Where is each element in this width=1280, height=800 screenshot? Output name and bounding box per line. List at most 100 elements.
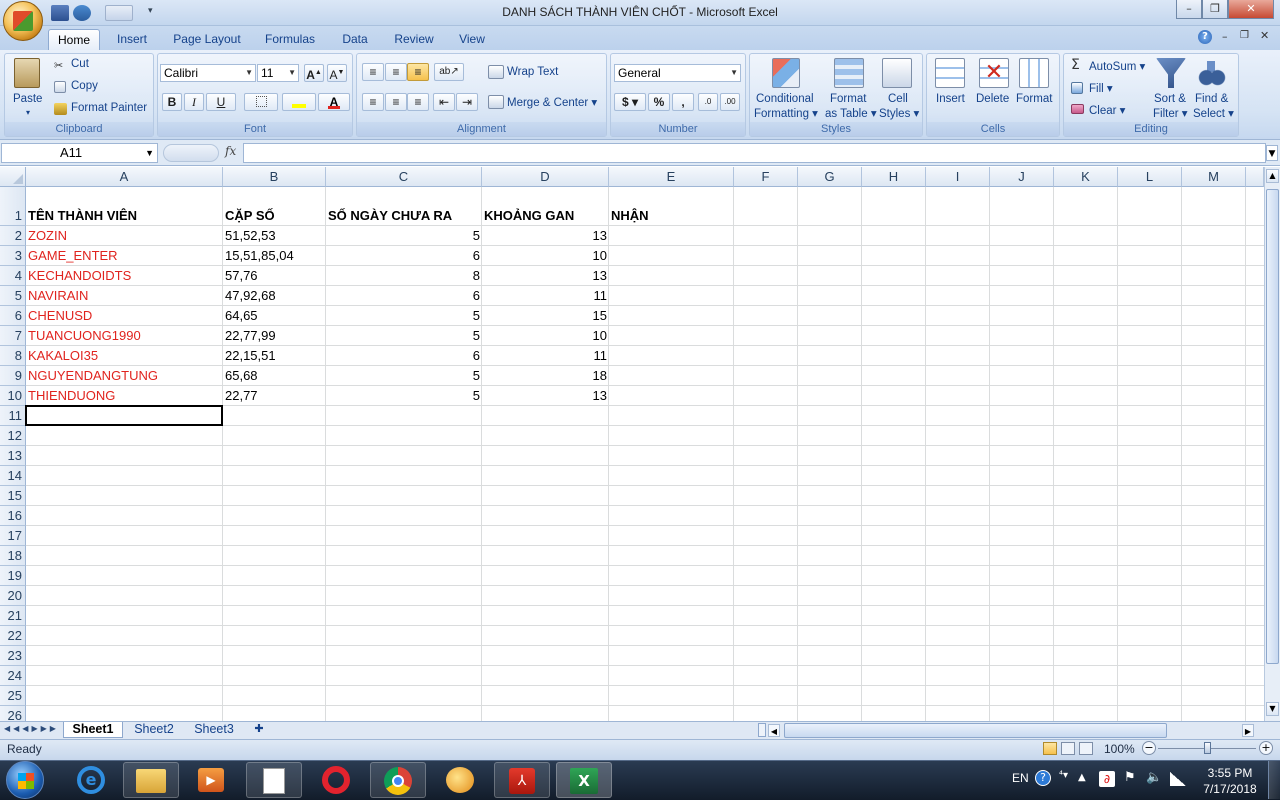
col-header-c[interactable]: C bbox=[326, 167, 482, 187]
active-cell-a11[interactable] bbox=[25, 405, 223, 426]
font-size-combo[interactable]: 11 ▼ bbox=[257, 64, 299, 82]
redo-icon[interactable] bbox=[105, 5, 133, 21]
office-button[interactable] bbox=[3, 1, 43, 41]
autosum-button[interactable]: AutoSum ▾ bbox=[1089, 59, 1145, 73]
row-header-5[interactable]: 5 bbox=[0, 286, 26, 306]
cell-days[interactable]: 5 bbox=[326, 306, 482, 325]
fill-button[interactable]: Fill ▾ bbox=[1089, 81, 1113, 95]
table-row[interactable] bbox=[26, 706, 1264, 721]
row-header-23[interactable]: 23 bbox=[0, 646, 26, 666]
save-icon[interactable] bbox=[51, 5, 69, 21]
start-button[interactable] bbox=[6, 761, 44, 799]
close-button[interactable]: ✕ bbox=[1228, 0, 1274, 19]
chrome-taskbar-icon[interactable] bbox=[370, 762, 426, 798]
align-left-button[interactable]: ≡ bbox=[362, 93, 384, 111]
header-khoang-gan[interactable]: KHOẢNG GAN bbox=[482, 206, 576, 225]
percent-button[interactable]: % bbox=[648, 93, 670, 111]
show-desktop-button[interactable] bbox=[1268, 761, 1280, 799]
cell-pair[interactable]: 22,15,51 bbox=[223, 346, 278, 365]
sheet-tab-sheet3[interactable]: Sheet3 bbox=[185, 722, 243, 738]
cell-days[interactable]: 5 bbox=[326, 326, 482, 345]
paste-icon[interactable] bbox=[14, 58, 40, 88]
col-header-h[interactable]: H bbox=[862, 167, 926, 187]
scroll-right-icon[interactable]: ▶ bbox=[1242, 724, 1254, 737]
table-row[interactable]: ZOZIN 51,52,53 5 13 bbox=[26, 226, 1264, 246]
format-as-table-button[interactable]: Format bbox=[830, 93, 866, 105]
table-row[interactable] bbox=[26, 486, 1264, 506]
row-header-16[interactable]: 16 bbox=[0, 506, 26, 526]
col-header-i[interactable]: I bbox=[926, 167, 990, 187]
col-header-k[interactable]: K bbox=[1054, 167, 1118, 187]
grow-font-button[interactable]: A▲ bbox=[304, 64, 324, 82]
sort-filter-button[interactable]: Sort & bbox=[1154, 93, 1186, 105]
format-painter-button[interactable]: Format Painter bbox=[71, 102, 147, 114]
table-row[interactable] bbox=[26, 626, 1264, 646]
cell-pair[interactable]: 65,68 bbox=[223, 366, 260, 385]
cell-pair[interactable]: 22,77 bbox=[223, 386, 260, 405]
cell-gap[interactable]: 13 bbox=[482, 266, 609, 285]
row-header-17[interactable]: 17 bbox=[0, 526, 26, 546]
row-header-6[interactable]: 6 bbox=[0, 306, 26, 326]
tab-home[interactable]: Home bbox=[48, 29, 100, 50]
clock[interactable]: 3:55 PM 7/17/2018 bbox=[1195, 765, 1265, 797]
borders-button[interactable] bbox=[244, 93, 278, 111]
vertical-scrollbar[interactable]: ▲ ▼ bbox=[1264, 167, 1280, 721]
cell-name[interactable]: ZOZIN bbox=[26, 226, 69, 245]
zoom-out-icon[interactable]: − bbox=[1142, 741, 1156, 755]
cut-button[interactable]: Cut bbox=[71, 58, 89, 70]
cell-days[interactable]: 5 bbox=[326, 386, 482, 405]
header-ten-thanh-vien[interactable]: TÊN THÀNH VIÊN bbox=[26, 206, 139, 225]
ribbon-close-icon[interactable]: ✕ bbox=[1260, 29, 1269, 42]
row-header-18[interactable]: 18 bbox=[0, 546, 26, 566]
ribbon-minimize-icon[interactable]: – bbox=[1222, 30, 1228, 43]
orientation-button[interactable]: ab↗ bbox=[434, 63, 464, 81]
table-row[interactable]: CHENUSD 64,65 5 15 bbox=[26, 306, 1264, 326]
tab-insert[interactable]: Insert bbox=[110, 29, 154, 50]
increase-indent-button[interactable]: ⇥ bbox=[456, 93, 478, 111]
sheet-tab-sheet2[interactable]: Sheet2 bbox=[124, 722, 184, 738]
header-so-ngay-chua-ra[interactable]: SỐ NGÀY CHƯA RA bbox=[326, 206, 454, 225]
language-indicator[interactable]: EN bbox=[1012, 771, 1029, 785]
table-row[interactable]: TUANCUONG1990 22,77,99 5 10 bbox=[26, 326, 1264, 346]
comma-button[interactable]: , bbox=[672, 93, 694, 111]
bottom-align-button[interactable]: ≡ bbox=[407, 63, 429, 81]
row-header-2[interactable]: 2 bbox=[0, 226, 26, 246]
vertical-scroll-thumb[interactable] bbox=[1266, 189, 1279, 664]
cell-gap[interactable]: 10 bbox=[482, 326, 609, 345]
zoom-level[interactable]: 100% bbox=[1104, 742, 1135, 756]
decrease-indent-button[interactable]: ⇤ bbox=[433, 93, 455, 111]
cell-days[interactable]: 6 bbox=[326, 286, 482, 305]
table-row[interactable]: NGUYENDANGTUNG 65,68 5 18 bbox=[26, 366, 1264, 386]
cell-gap[interactable]: 13 bbox=[482, 226, 609, 245]
paste-button[interactable]: Paste bbox=[13, 93, 42, 105]
increase-decimal-button[interactable]: .0 bbox=[698, 93, 718, 111]
row-header-25[interactable]: 25 bbox=[0, 686, 26, 706]
tab-view[interactable]: View bbox=[452, 29, 492, 50]
format-cells-button[interactable]: Format bbox=[1016, 93, 1052, 105]
row-header-21[interactable]: 21 bbox=[0, 606, 26, 626]
formula-bar-handle[interactable] bbox=[163, 144, 219, 162]
table-row-header[interactable]: TÊN THÀNH VIÊN CẶP SỐ SỐ NGÀY CHƯA RA KH… bbox=[26, 187, 1264, 226]
sheet-tab-sheet1[interactable]: Sheet1 bbox=[63, 722, 123, 738]
excel-taskbar-icon[interactable]: X bbox=[556, 762, 612, 798]
table-row[interactable] bbox=[26, 506, 1264, 526]
worksheet-grid[interactable]: A B C D E F G H I J K L M 1 TÊN THÀNH VI… bbox=[0, 167, 1264, 721]
row-header-22[interactable]: 22 bbox=[0, 626, 26, 646]
zoom-in-icon[interactable]: + bbox=[1259, 741, 1273, 755]
cell-gap[interactable]: 10 bbox=[482, 246, 609, 265]
table-row[interactable] bbox=[26, 546, 1264, 566]
cell-gap[interactable]: 18 bbox=[482, 366, 609, 385]
cell-name[interactable]: KAKALOI35 bbox=[26, 346, 100, 365]
row-header-13[interactable]: 13 bbox=[0, 446, 26, 466]
page-break-view-icon[interactable] bbox=[1079, 742, 1093, 755]
cell-days[interactable]: 5 bbox=[326, 366, 482, 385]
col-header-d[interactable]: D bbox=[482, 167, 609, 187]
insert-cells-button[interactable]: Insert bbox=[936, 93, 965, 105]
scroll-left-icon[interactable]: ◀ bbox=[768, 724, 780, 737]
table-row[interactable] bbox=[26, 426, 1264, 446]
network-icon[interactable] bbox=[1170, 772, 1186, 786]
formula-input[interactable] bbox=[243, 143, 1266, 163]
table-row[interactable] bbox=[26, 566, 1264, 586]
help-icon[interactable]: ? bbox=[1198, 30, 1212, 44]
table-row[interactable] bbox=[26, 586, 1264, 606]
